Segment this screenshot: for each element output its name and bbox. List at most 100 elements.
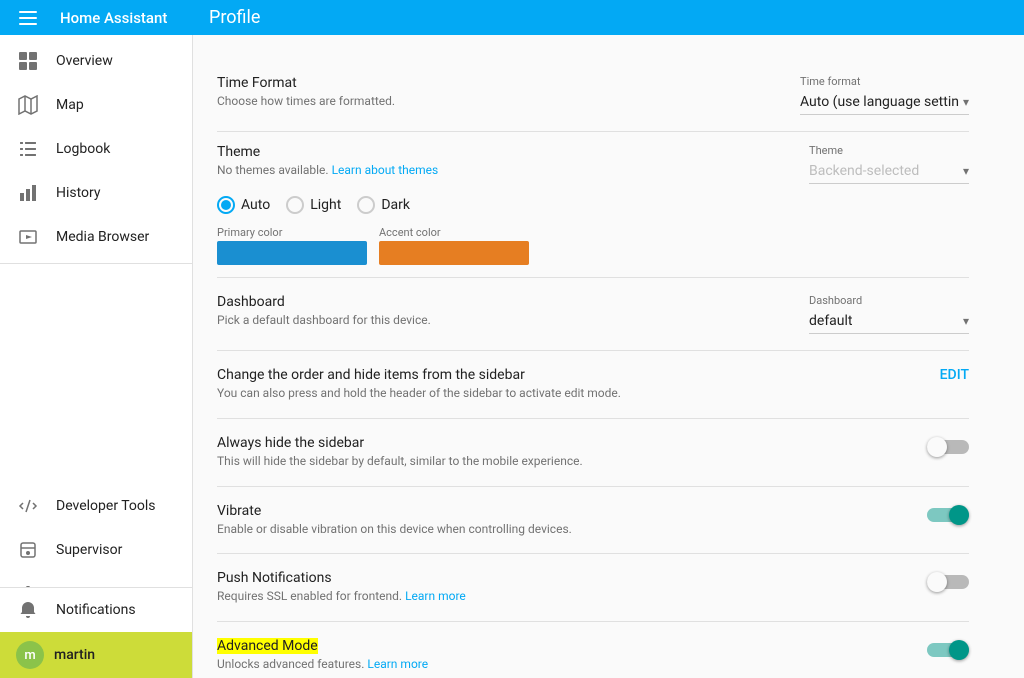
accent-color-group: Accent color [379, 226, 529, 265]
theme-radio-auto[interactable]: Auto [217, 196, 270, 214]
toggle-thumb [949, 640, 969, 660]
advanced-mode-title: Advanced Mode [217, 638, 911, 654]
time-format-select[interactable]: Auto (use language settin ▾ [800, 90, 969, 115]
time-format-info: Time Format Choose how times are formatt… [217, 75, 800, 110]
theme-radio-dark[interactable]: Dark [357, 196, 410, 214]
vibrate-title: Vibrate [217, 503, 911, 519]
radio-dark-label: Dark [381, 197, 410, 213]
theme-header: Theme No themes available. Learn about t… [217, 144, 969, 184]
dev-tools-icon [16, 494, 40, 518]
dashboard-control: Dashboard default ▾ [809, 294, 969, 334]
advanced-mode-learn-link[interactable]: Learn more [367, 657, 428, 671]
advanced-mode-desc: Unlocks advanced features. Learn more [217, 656, 911, 673]
sidebar-item-media-browser[interactable]: Media Browser [0, 215, 192, 259]
menu-button[interactable] [0, 11, 56, 25]
vibrate-toggle[interactable] [927, 503, 969, 527]
toggle-thumb [927, 437, 947, 457]
toggle-thumb [927, 572, 947, 592]
vibrate-row: Vibrate Enable or disable vibration on t… [217, 487, 969, 555]
list-icon [16, 137, 40, 161]
sidebar-nav: Overview Map [0, 35, 192, 587]
sidebar-item-supervisor[interactable]: Supervisor [0, 528, 192, 572]
always-hide-sidebar-row: Always hide the sidebar This will hide t… [217, 419, 969, 487]
content-area: Time Format Choose how times are formatt… [193, 35, 1024, 678]
app-name: Home Assistant [56, 9, 193, 27]
avatar: m [16, 641, 44, 669]
push-notifications-desc: Requires SSL enabled for frontend. Learn… [217, 588, 911, 605]
sidebar-label-notifications: Notifications [56, 602, 136, 618]
chevron-down-icon: ▾ [963, 95, 969, 109]
dashboard-row: Dashboard Pick a default dashboard for t… [217, 278, 969, 351]
username: martin [54, 647, 95, 663]
advanced-mode-info: Advanced Mode Unlocks advanced features.… [217, 638, 927, 673]
primary-color-group: Primary color [217, 226, 367, 265]
theme-learn-link[interactable]: Learn about themes [332, 163, 439, 177]
sidebar-item-notifications[interactable]: Notifications [0, 588, 192, 632]
supervisor-icon [16, 538, 40, 562]
sidebar-divider-1 [0, 263, 192, 264]
accent-color-label: Accent color [379, 226, 529, 239]
sidebar: Overview Map [0, 35, 193, 678]
main-layout: Overview Map [0, 35, 1024, 678]
sidebar-order-info: Change the order and hide items from the… [217, 367, 940, 402]
map-icon [16, 93, 40, 117]
dashboard-info: Dashboard Pick a default dashboard for t… [217, 294, 809, 329]
vibrate-control [927, 503, 969, 527]
vibrate-info: Vibrate Enable or disable vibration on t… [217, 503, 927, 538]
theme-select[interactable]: Backend-selected ▾ [809, 159, 969, 184]
radio-auto-circle [217, 196, 235, 214]
media-icon [16, 225, 40, 249]
sidebar-label-history: History [56, 185, 101, 201]
accent-color-bar[interactable] [379, 241, 529, 265]
theme-radio-group: Auto Light Dark [217, 196, 969, 214]
page-title: Profile [193, 7, 1024, 28]
push-notifications-toggle[interactable] [927, 570, 969, 594]
color-bar-row: Primary color Accent color [217, 226, 969, 265]
theme-select-label: Theme [809, 144, 969, 157]
topbar: Home Assistant Profile [0, 0, 1024, 35]
push-notifications-row: Push Notifications Requires SSL enabled … [217, 554, 969, 622]
sidebar-item-map[interactable]: Map [0, 83, 192, 127]
theme-info: Theme No themes available. Learn about t… [217, 144, 809, 179]
sidebar-order-title: Change the order and hide items from the… [217, 367, 924, 383]
dashboard-select[interactable]: default ▾ [809, 309, 969, 334]
primary-color-label: Primary color [217, 226, 367, 239]
push-notifications-info: Push Notifications Requires SSL enabled … [217, 570, 927, 605]
push-notifications-learn-link[interactable]: Learn more [405, 589, 466, 603]
bar-chart-icon [16, 181, 40, 205]
advanced-mode-highlight: Advanced Mode [217, 638, 318, 654]
sidebar-item-developer-tools[interactable]: Developer Tools [0, 484, 192, 528]
dashboard-desc: Pick a default dashboard for this device… [217, 312, 793, 329]
push-notifications-title: Push Notifications [217, 570, 911, 586]
time-format-select-label: Time format [800, 75, 969, 88]
time-format-select-wrapper: Time format Auto (use language settin ▾ [800, 75, 969, 115]
sidebar-item-logbook[interactable]: Logbook [0, 127, 192, 171]
radio-auto-label: Auto [241, 197, 270, 213]
user-profile[interactable]: m martin [0, 632, 192, 678]
always-hide-sidebar-title: Always hide the sidebar [217, 435, 911, 451]
theme-desc: No themes available. Learn about themes [217, 162, 793, 179]
sidebar-item-configuration[interactable]: Configuration [0, 572, 192, 587]
profile-content: Time Format Choose how times are formatt… [193, 35, 993, 678]
dashboard-select-label: Dashboard [809, 294, 969, 307]
sidebar-item-history[interactable]: History [0, 171, 192, 215]
primary-color-bar[interactable] [217, 241, 367, 265]
theme-radio-light[interactable]: Light [286, 196, 341, 214]
radio-light-circle [286, 196, 304, 214]
always-hide-sidebar-toggle[interactable] [927, 435, 969, 459]
sidebar-order-row: Change the order and hide items from the… [217, 351, 969, 419]
sidebar-item-overview[interactable]: Overview [0, 39, 192, 83]
always-hide-sidebar-control [927, 435, 969, 459]
toggle-thumb [949, 505, 969, 525]
theme-control: Theme Backend-selected ▾ [809, 144, 969, 184]
always-hide-sidebar-desc: This will hide the sidebar by default, s… [217, 453, 911, 470]
theme-row: Theme No themes available. Learn about t… [217, 132, 969, 278]
chevron-down-icon: ▾ [963, 314, 969, 328]
always-hide-sidebar-info: Always hide the sidebar This will hide t… [217, 435, 927, 470]
sidebar-order-desc: You can also press and hold the header o… [217, 385, 924, 402]
edit-sidebar-button[interactable]: EDIT [940, 367, 969, 383]
theme-title: Theme [217, 144, 793, 160]
sidebar-label-supervisor: Supervisor [56, 542, 122, 558]
advanced-mode-toggle[interactable] [927, 638, 969, 662]
time-format-control: Time format Auto (use language settin ▾ [800, 75, 969, 115]
